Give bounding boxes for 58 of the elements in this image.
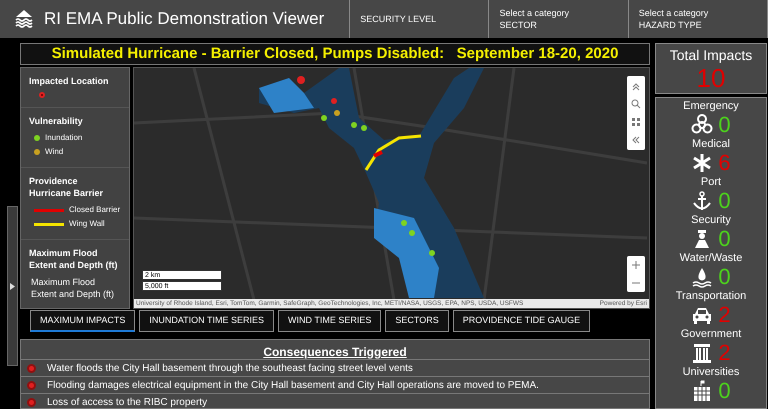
caret-right-icon: [10, 282, 15, 290]
legend-label: Maximum Flood Extent and Depth (ft): [30, 276, 116, 300]
sector-label: Government: [680, 328, 742, 341]
house-waves-icon: [14, 9, 34, 29]
legend-heading: Maximum Flood Extent and Depth (ft): [29, 247, 118, 271]
water-icon: [691, 266, 714, 288]
tab[interactable]: INUNDATION TIME SERIES: [139, 310, 274, 332]
tab[interactable]: MAXIMUM IMPACTS: [30, 310, 136, 332]
columns-icon: [691, 342, 714, 364]
tab[interactable]: SECTORS: [385, 310, 449, 332]
anchor-icon: [691, 190, 714, 212]
sector-count: 2: [718, 341, 731, 365]
legend-heading: Vulnerability: [29, 115, 84, 127]
sector-count: 6: [718, 151, 731, 175]
panel-title: Total Impacts: [670, 46, 752, 64]
legend-label: Closed Barrier: [69, 204, 120, 216]
sector-label: Security: [691, 214, 731, 227]
category-dropdown[interactable]: Select a category HAZARD TYPE: [628, 0, 768, 38]
tab[interactable]: PROVIDENCE TIDE GAUGE: [452, 310, 590, 332]
sector-count: 0: [718, 379, 731, 403]
sector-count: 0: [718, 113, 731, 137]
grid-icon: [630, 116, 642, 128]
legend-heading: Providence Hurricane Barrier: [29, 175, 104, 199]
legend-heading: Impacted Location: [29, 75, 110, 87]
bullet-icon: [29, 366, 34, 370]
sector-count: 2: [718, 303, 731, 327]
sector-label: Transportation: [676, 290, 746, 303]
plus-icon: [630, 259, 642, 271]
sector-label: Water/Waste: [680, 252, 742, 265]
sector-label: Medical: [692, 138, 730, 151]
bullet-icon: [29, 382, 34, 388]
consequence-text: Water floods the City Hall basement through the southeast facing street level vents: [47, 362, 413, 376]
panel-toggle[interactable]: [7, 206, 18, 366]
sector-label: Port: [700, 176, 722, 189]
consequence-text: Flooding damages electrical equipment in the City Hall basement and City Hall operations are moved to PEMA.: [47, 378, 539, 392]
sector-count: 0: [718, 227, 731, 251]
collapse-left-icon: [630, 134, 642, 146]
legend-label: Inundation: [45, 132, 82, 144]
sector-count: 0: [718, 189, 731, 213]
sector-label: Universities: [682, 366, 740, 379]
section-heading: Consequences Triggered: [263, 345, 407, 359]
impact-count: 10: [696, 64, 726, 92]
category-dropdown[interactable]: SECURITY LEVEL: [350, 0, 490, 38]
search-button[interactable]: [629, 97, 643, 111]
bullet-icon: [29, 400, 34, 404]
legend-label: Wing Wall: [69, 218, 105, 230]
tab[interactable]: WIND TIME SERIES: [278, 310, 382, 332]
sector-label: Emergency: [683, 100, 739, 113]
scenario-banner: Simulated Hurricane - Barrier Closed, Pumps Disabled: September 18-20, 2020: [20, 43, 650, 65]
search-icon: [630, 98, 642, 110]
grid-button[interactable]: [629, 115, 643, 129]
app-title: RI EMA Public Demonstration Viewer: [44, 8, 324, 30]
sector-count: 0: [718, 265, 731, 289]
medical-icon: [691, 152, 714, 174]
consequence-text: Loss of access to the RIBC property: [47, 396, 208, 408]
category-dropdown[interactable]: Select a category SECTOR: [489, 0, 629, 38]
biohazard-icon: [691, 114, 714, 136]
legend-label: Wind: [45, 146, 64, 158]
